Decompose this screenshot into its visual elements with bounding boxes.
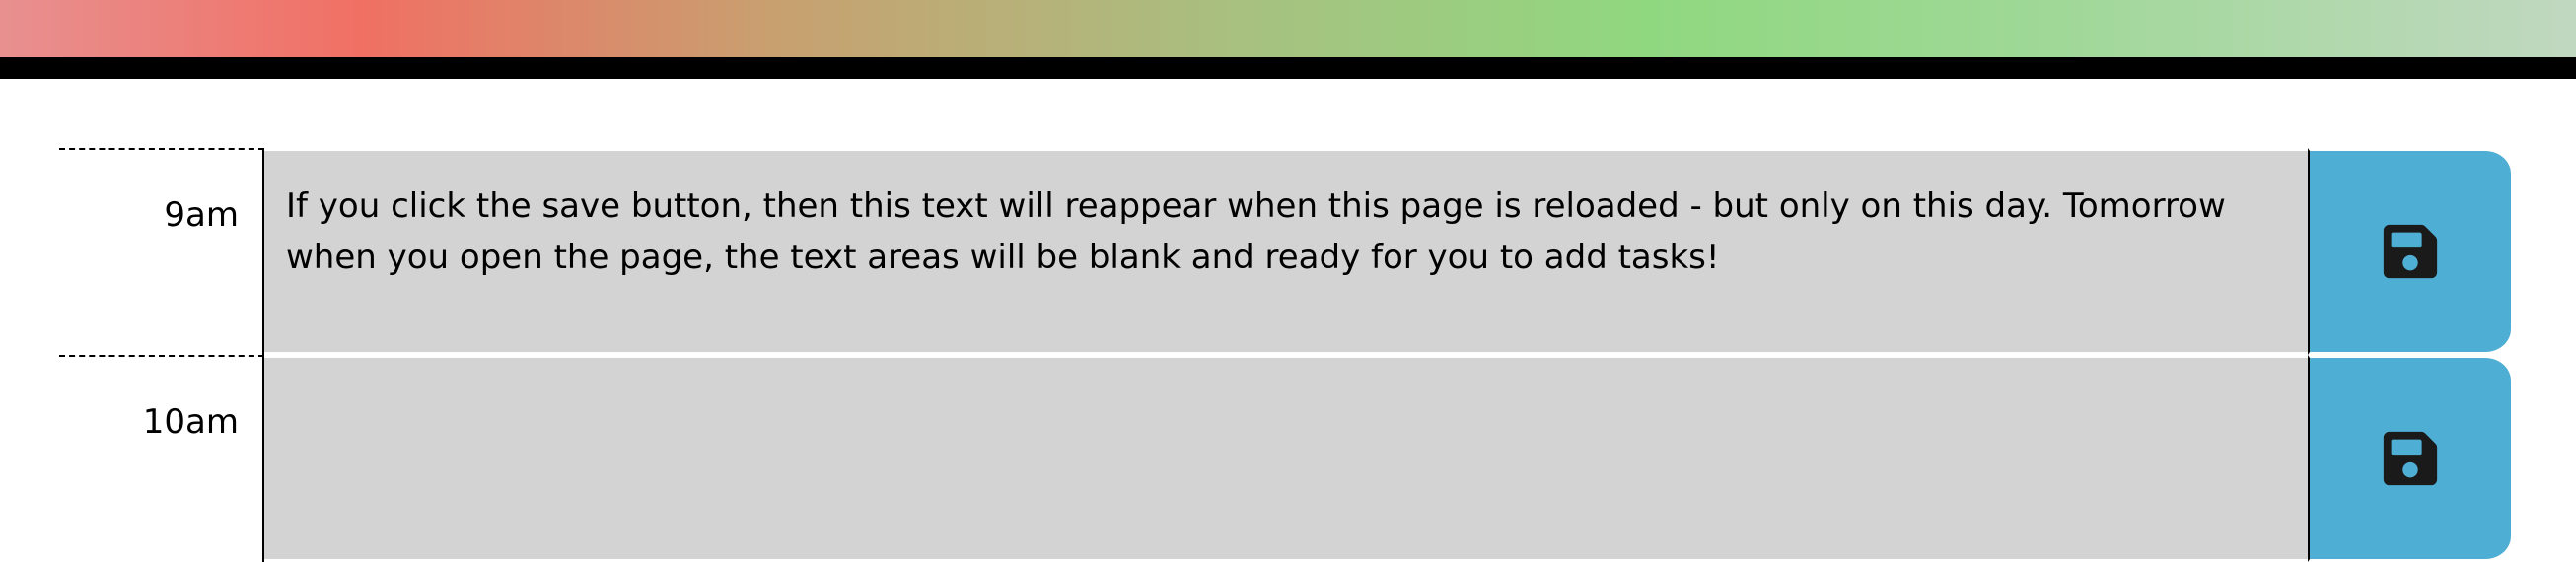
floppy-disk-icon [2383,431,2438,486]
time-block-list: 9am If you click the save button, then t… [59,148,2511,562]
header-black-band [0,57,2576,79]
hour-label: 10am [59,355,264,562]
hour-label: 9am [59,148,264,355]
save-button[interactable] [2308,148,2511,355]
task-description-textarea[interactable] [264,355,2308,562]
time-block-row: 10am [59,355,2511,562]
task-description-textarea[interactable]: If you click the save button, then this … [264,148,2308,355]
save-button[interactable] [2308,355,2511,562]
floppy-disk-icon [2383,224,2438,279]
header-gradient-bar [0,0,2576,57]
time-block-row: 9am If you click the save button, then t… [59,148,2511,355]
